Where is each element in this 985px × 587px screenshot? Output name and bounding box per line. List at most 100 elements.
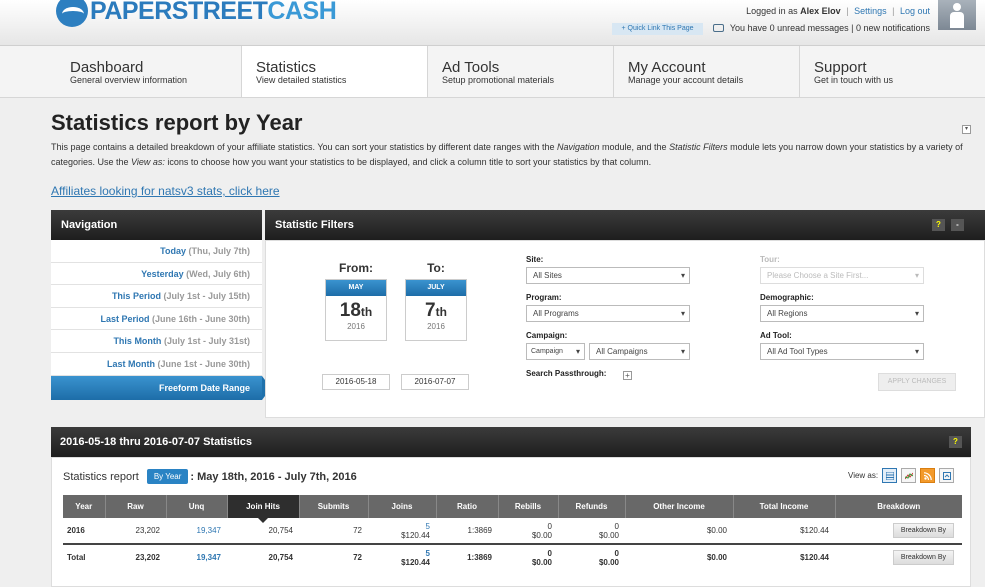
from-label: From: — [339, 261, 373, 275]
cell-total-income: $120.44 — [733, 518, 835, 545]
cell-breakdown: Breakdown By — [835, 518, 962, 545]
navigation-title: Navigation — [51, 210, 262, 240]
nav-item-last-period[interactable]: Last Period (June 16th - June 30th) — [51, 307, 262, 331]
breakdown-button[interactable]: Breakdown By — [892, 523, 954, 538]
collapse-button[interactable]: - — [951, 219, 964, 231]
ad-tool-select[interactable]: All Ad Tool Types — [760, 343, 924, 360]
col-year[interactable]: Year — [63, 495, 106, 518]
cell-other-income: $0.00 — [625, 518, 733, 545]
collapse-icon[interactable]: ▾ — [962, 125, 971, 134]
cell-submits: 72 — [299, 518, 368, 545]
nav-item-this-period[interactable]: This Period (July 1st - July 15th) — [51, 285, 262, 308]
cell-joins[interactable]: 5 $120.44 — [368, 543, 436, 570]
cell-ratio: 1:3869 — [436, 543, 498, 570]
help-icon[interactable]: ? — [949, 436, 962, 448]
quick-link-button[interactable]: + Quick Link This Page — [612, 23, 703, 35]
campaign-type-select[interactable]: Campaign — [526, 343, 585, 360]
filters-header: Statistic Filters ? - — [265, 210, 985, 240]
cell-rebills: 0 $0.00 — [498, 543, 558, 570]
tab-support[interactable]: Support Get in touch with us — [799, 46, 985, 97]
tab-dashboard[interactable]: Dashboard General overview information — [56, 46, 241, 97]
stats-title: 2016-05-18 thru 2016-07-07 Statistics — [60, 436, 252, 448]
col-rebills[interactable]: Rebills — [498, 495, 559, 518]
tab-statistics[interactable]: Statistics View detailed statistics — [241, 46, 427, 97]
to-date[interactable]: To: JULY 7th 2016 — [405, 261, 467, 341]
col-refunds[interactable]: Refunds — [558, 495, 626, 518]
nav-item-today[interactable]: Today (Thu, July 7th) — [51, 240, 262, 263]
top-nav: Dashboard General overview information St… — [0, 46, 985, 98]
cell-unq[interactable]: 19,347 — [166, 543, 227, 570]
col-raw[interactable]: Raw — [105, 495, 167, 518]
to-label: To: — [427, 261, 445, 275]
col-joins[interactable]: Joins — [368, 495, 437, 518]
cell-raw: 23,202 — [105, 543, 166, 570]
report-line: Statistics report By Year : May 18th, 20… — [63, 469, 357, 484]
logout-link[interactable]: Log out — [900, 6, 930, 16]
table-row: 2016 23,202 19,347 20,754 72 5 $120.44 1:… — [63, 518, 962, 545]
campaign-select[interactable]: All Campaigns — [589, 343, 690, 360]
site-select[interactable]: All Sites — [526, 267, 690, 284]
avatar[interactable] — [938, 0, 976, 30]
chart-view-icon[interactable] — [901, 468, 917, 483]
cell-ratio: 1:3869 — [436, 518, 498, 545]
navigation-panel: Navigation Today (Thu, July 7th) Yesterd… — [51, 210, 271, 400]
help-icon[interactable]: ? — [932, 219, 945, 231]
col-breakdown[interactable]: Breakdown — [835, 495, 962, 518]
user-line: Logged in as Alex Elov | Settings | Log … — [746, 6, 930, 16]
table-view-icon[interactable] — [882, 468, 898, 483]
cell-unq[interactable]: 19,347 — [166, 518, 227, 545]
nav-item-last-month[interactable]: Last Month (June 1st - June 30th) — [51, 352, 262, 376]
filters-title: Statistic Filters — [275, 219, 354, 231]
demographic-label: Demographic: — [760, 293, 814, 302]
logo-text: PAPERSTREETCASH — [90, 0, 337, 25]
cell-raw: 23,202 — [105, 518, 166, 545]
logo[interactable]: PAPERSTREETCASH — [56, 0, 337, 27]
tour-select[interactable]: Please Choose a Site First... — [760, 267, 924, 284]
cell-rebills: 0 $0.00 — [498, 518, 558, 545]
cell-other-income: $0.00 — [625, 543, 733, 570]
messages-text: You have 0 unread messages | 0 new notif… — [729, 23, 930, 33]
col-ratio[interactable]: Ratio — [436, 495, 499, 518]
cell-year: Total — [63, 543, 105, 570]
plus-icon[interactable]: + — [623, 371, 632, 380]
apply-changes-button[interactable]: APPLY CHANGES — [878, 373, 956, 391]
view-as: View as: — [848, 468, 955, 483]
by-year-badge[interactable]: By Year — [146, 469, 189, 484]
cell-refunds: 0 $0.00 — [558, 543, 625, 570]
to-date-input[interactable]: 2016-07-07 — [401, 374, 469, 390]
messages-line[interactable]: You have 0 unread messages | 0 new notif… — [712, 23, 930, 33]
col-join-hits[interactable]: Join Hits — [227, 495, 300, 523]
natsv3-link[interactable]: Affiliates looking for natsv3 stats, cli… — [51, 184, 280, 198]
tour-label: Tour: — [760, 255, 780, 264]
breakdown-button[interactable]: Breakdown By — [892, 550, 954, 565]
from-date-input[interactable]: 2016-05-18 — [322, 374, 390, 390]
export-icon[interactable] — [939, 468, 955, 483]
search-passthrough-label: Search Passthrough: — [526, 369, 607, 378]
cell-refunds: 0 $0.00 — [558, 518, 625, 545]
nav-item-freeform[interactable]: Freeform Date Range — [51, 375, 271, 400]
table-header-row: Year Raw Unq Join Hits Submits Joins Rat… — [63, 495, 962, 523]
stats-body: Statistics report By Year : May 18th, 20… — [51, 457, 971, 587]
ad-tool-label: Ad Tool: — [760, 331, 792, 340]
from-date[interactable]: From: MAY 18th 2016 — [325, 261, 387, 341]
rss-icon[interactable] — [920, 468, 936, 483]
tab-ad-tools[interactable]: Ad Tools Setup promotional materials — [427, 46, 613, 97]
col-other-income[interactable]: Other Income — [625, 495, 734, 518]
cell-breakdown: Breakdown By — [835, 543, 962, 570]
from-calendar-icon[interactable]: MAY 18th 2016 — [325, 279, 387, 341]
col-submits[interactable]: Submits — [299, 495, 369, 518]
nav-item-this-month[interactable]: This Month (July 1st - July 31st) — [51, 330, 262, 353]
stats-table: Year Raw Unq Join Hits Submits Joins Rat… — [63, 495, 962, 570]
col-unq[interactable]: Unq — [166, 495, 228, 518]
stats-header: 2016-05-18 thru 2016-07-07 Statistics ? — [51, 427, 971, 457]
col-total-income[interactable]: Total Income — [733, 495, 836, 518]
settings-link[interactable]: Settings — [854, 6, 887, 16]
report-range: May 18th, 2016 - July 7th, 2016 — [197, 470, 357, 483]
cell-joins[interactable]: 5 $120.44 — [368, 518, 436, 545]
to-calendar-icon[interactable]: JULY 7th 2016 — [405, 279, 467, 341]
nav-item-yesterday[interactable]: Yesterday (Wed, July 6th) — [51, 262, 262, 286]
demographic-select[interactable]: All Regions — [760, 305, 924, 322]
program-select[interactable]: All Programs — [526, 305, 690, 322]
filters-body: From: MAY 18th 2016 2016-05-18 To: JULY … — [265, 240, 985, 418]
tab-my-account[interactable]: My Account Manage your account details — [613, 46, 799, 97]
